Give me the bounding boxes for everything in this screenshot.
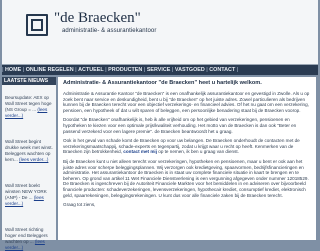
claims-text-end: op te nemen, ik ben u graag van dienst.	[158, 149, 239, 155]
news-item: Wall Street begint drukke week met winst…	[5, 139, 53, 163]
nav-online-regelen[interactable]: ONLINE REGELEN	[24, 67, 75, 73]
news-item: Wall Street boekt winsten NEW YORK (ANP)…	[5, 183, 53, 207]
site-header: "de Braecken" administratie- & assuranti…	[2, 0, 318, 65]
intro-paragraph: Administratie & Assurantie Kantoor "de B…	[63, 91, 310, 113]
news-list: Beursupdate: AEX op Wall Street tegen ho…	[2, 85, 56, 251]
claims-paragraph: Ook in het geval van schade komt de Brae…	[63, 138, 311, 155]
main-nav: | HOME | ONLINE REGELEN | ACTUEEL | PRODUCTEN | S…	[2, 65, 318, 75]
news-read-more-link[interactable]: (lees verder...)	[19, 157, 48, 162]
closing-text: Graag tot ziens,	[63, 202, 96, 208]
site-subtitle: administratie- & assurantiekantoor	[62, 28, 157, 34]
welcome-heading: Administratie- & Assurantiekantoor "de B…	[63, 80, 262, 86]
contact-link[interactable]: contact met mij	[123, 149, 157, 154]
news-item: Wall Street richting hoger end Beleggers…	[5, 227, 53, 251]
nav-service[interactable]: SERVICE	[145, 67, 172, 73]
nav-vastgoed[interactable]: VASTGOED	[173, 67, 206, 73]
services-paragraph: Bij de Braecken kunt u niet alleen terec…	[63, 158, 309, 198]
independence-paragraph: Doordat "de Braecken" onafhankelijk is, …	[63, 117, 297, 134]
nav-contact[interactable]: CONTACT	[208, 67, 237, 73]
news-heading: LAATSTE NIEUWS	[2, 77, 56, 85]
logo-icon[interactable]	[26, 14, 48, 36]
site-title[interactable]: "de Braecken"	[54, 10, 141, 27]
nav-home[interactable]: HOME	[4, 67, 23, 73]
news-sidebar: LAATSTE NIEUWS Beursupdate: AEX op Wall …	[2, 77, 56, 250]
nav-producten[interactable]: PRODUCTEN	[107, 67, 144, 73]
main-content: Administratie- & Assurantiekantoor "de B…	[58, 77, 316, 240]
news-item: Beursupdate: AEX op Wall Street tegen ho…	[5, 95, 53, 119]
nav-actueel[interactable]: ACTUEEL	[77, 67, 105, 73]
